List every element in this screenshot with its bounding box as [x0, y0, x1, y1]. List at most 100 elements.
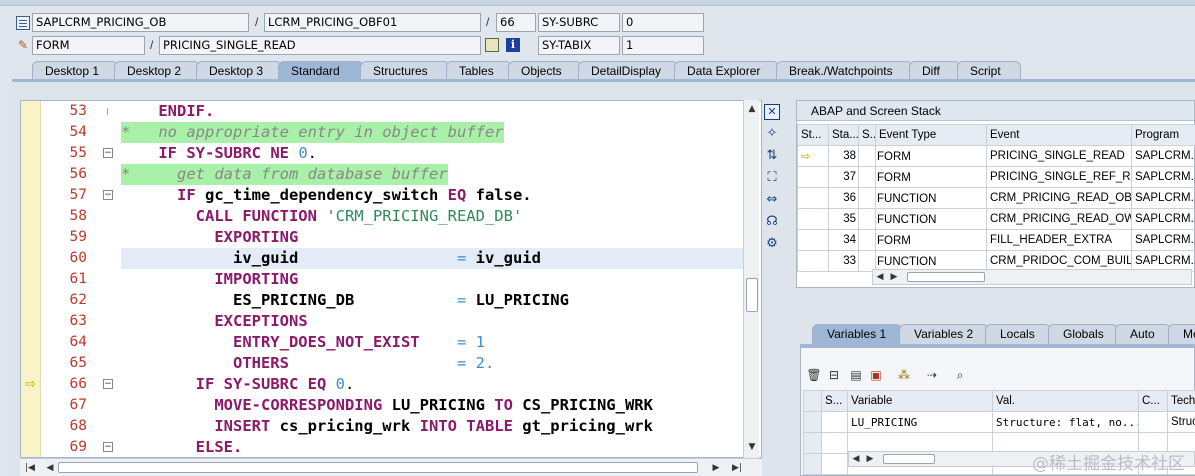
status-cell[interactable]	[797, 166, 829, 188]
stack-row[interactable]: 37 FORM PRICING_SINGLE_REF_R... SAPLCRM...	[797, 166, 1195, 188]
code-horizontal-scrollbar[interactable]: |◀ ◀ ▶ ▶|	[20, 458, 762, 476]
event-type-cell[interactable]: FUNCTION	[875, 187, 987, 209]
s-cell[interactable]	[821, 411, 848, 433]
fold-toggle-icon[interactable]: −	[103, 442, 113, 452]
code-line[interactable]: ⇨ 66 − IF SY-SUBRC EQ 0.	[21, 374, 746, 395]
tab-variables-1[interactable]: Variables 1	[812, 324, 902, 344]
code-line[interactable]: 62 ES_PRICING_DB = LU_PRICING	[21, 290, 746, 311]
stack-level-cell[interactable]: 36	[828, 187, 859, 209]
event-cell[interactable]: CRM_PRICING_READ_OW	[986, 208, 1132, 230]
code-line[interactable]: 55 − IF SY-SUBRC NE 0.	[21, 143, 746, 164]
program-cell[interactable]: SAPLCRM...	[1131, 208, 1195, 230]
tab-desktop-2[interactable]: Desktop 2	[114, 61, 200, 80]
stack-level-cell[interactable]: 38	[828, 145, 859, 167]
code-vertical-scrollbar[interactable]: ▲ ▼	[743, 100, 759, 458]
line-number-field[interactable]: 66	[496, 13, 536, 32]
sysvar-value-field-2[interactable]: 1	[622, 36, 704, 55]
code-line[interactable]: 59 EXPORTING	[21, 227, 746, 248]
code-line[interactable]: 69 − ELSE.	[21, 437, 746, 457]
row-select-cell[interactable]	[803, 411, 822, 433]
variables-h-thumb[interactable]	[883, 454, 935, 464]
maximize-icon[interactable]: ⛶	[764, 170, 780, 186]
stack-h-thumb[interactable]	[907, 272, 985, 282]
col-event[interactable]: Event	[986, 124, 1132, 146]
code-line[interactable]: 61 IMPORTING	[21, 269, 746, 290]
tab-structures[interactable]: Structures	[360, 61, 450, 80]
event-cell[interactable]: PRICING_SINGLE_READ	[986, 145, 1132, 167]
fold-toggle-icon[interactable]: −	[103, 379, 113, 389]
s-cell[interactable]	[858, 229, 876, 251]
status-cell[interactable]	[797, 187, 829, 209]
col-status[interactable]: St...	[797, 124, 829, 146]
code-line[interactable]: 67 MOVE-CORRESPONDING LU_PRICING TO CS_P…	[21, 395, 746, 416]
stack-row[interactable]: 35 FUNCTION CRM_PRICING_READ_OW SAPLCRM...	[797, 208, 1195, 230]
col-value[interactable]: Val.	[992, 390, 1139, 412]
code-line[interactable]: 65 OTHERS = 2.	[21, 353, 746, 374]
tab-data-explorer[interactable]: Data Explorer	[674, 61, 779, 80]
tab-globals[interactable]: Globals	[1048, 324, 1118, 344]
delete-icon[interactable]: 🗑	[806, 367, 822, 383]
display-source-icon[interactable]	[485, 38, 499, 52]
code-line[interactable]: 53 ENDIF.	[21, 101, 746, 122]
code-line[interactable]: 60 iv_guid = iv_guid	[21, 248, 746, 269]
code-line[interactable]: 58 CALL FUNCTION 'CRM_PRICING_READ_DB'	[21, 206, 746, 227]
empty-cell[interactable]	[821, 432, 848, 454]
col-event-type[interactable]: Event Type	[875, 124, 987, 146]
scroll-down-icon[interactable]: ▼	[746, 440, 758, 454]
tab-auto[interactable]: Auto	[1115, 324, 1171, 344]
swap-tool-icon[interactable]: ⇅	[764, 148, 780, 164]
include-field[interactable]: LCRM_PRICING_OBF01	[264, 13, 481, 32]
tab-breakpoints[interactable]: Break./Watchpoints	[776, 61, 913, 80]
stack-level-cell[interactable]: 33	[828, 250, 859, 272]
new-tool-icon[interactable]: ✧	[764, 126, 780, 142]
scroll-first-icon[interactable]: |◀	[24, 461, 36, 475]
col-tech-type[interactable]: Tech	[1167, 390, 1195, 412]
event-cell[interactable]: PRICING_SINGLE_REF_R...	[986, 166, 1132, 188]
col-program[interactable]: Program	[1131, 124, 1195, 146]
find-icon[interactable]: ⌕	[952, 367, 968, 383]
tab-me[interactable]: Me	[1168, 324, 1195, 344]
code-line[interactable]: 64 ENTRY_DOES_NOT_EXIST = 1	[21, 332, 746, 353]
program-cell[interactable]: SAPLCRM...	[1131, 166, 1195, 188]
settings-icon[interactable]: ⚙	[764, 236, 780, 252]
col-variable[interactable]: Variable	[847, 390, 993, 412]
tab-locals[interactable]: Locals	[985, 324, 1051, 344]
code-line[interactable]: 54 * no appropriate entry in object buffe…	[21, 122, 746, 143]
empty-cell[interactable]	[803, 432, 822, 454]
stack-row[interactable]: 36 FUNCTION CRM_PRICING_READ_OB SAPLCRM...	[797, 187, 1195, 209]
fold-toggle-icon[interactable]: −	[103, 148, 113, 158]
stack-level-cell[interactable]: 37	[828, 166, 859, 188]
program-cell[interactable]: SAPLCRM...	[1131, 229, 1195, 251]
empty-cell[interactable]	[821, 453, 848, 475]
event-type-cell[interactable]: FORM	[875, 166, 987, 188]
value-cell[interactable]: Structure: flat, no...	[992, 411, 1139, 433]
scroll-right-icon[interactable]: ▶	[865, 452, 875, 466]
stack-row[interactable]: 34 FORM FILL_HEADER_EXTRA SAPLCRM...	[797, 229, 1195, 251]
service-icon[interactable]: ☊	[764, 214, 780, 230]
scroll-thumb[interactable]	[746, 278, 758, 312]
code-line[interactable]: 57 − IF gc_time_dependency_switch EQ fals…	[21, 185, 746, 206]
variable-cell[interactable]: LU_PRICING	[847, 411, 993, 433]
status-cell[interactable]	[797, 250, 829, 272]
tab-variables-2[interactable]: Variables 2	[899, 324, 989, 344]
fold-toggle-icon[interactable]: −	[103, 190, 113, 200]
stack-row[interactable]: ⇨ 38 FORM PRICING_SINGLE_READ SAPLCRM...	[797, 145, 1195, 167]
change-cell[interactable]	[1138, 411, 1168, 433]
event-type-cell[interactable]: FORM	[875, 145, 987, 167]
program-cell[interactable]: SAPLCRM...	[1131, 145, 1195, 167]
scroll-left-icon[interactable]: ◀	[44, 461, 56, 475]
status-cell[interactable]	[797, 229, 829, 251]
sysvar-name-field[interactable]: SY-SUBRC	[538, 13, 620, 32]
resize-icon[interactable]: ⇔	[764, 192, 780, 208]
scroll-last-icon[interactable]: ▶|	[730, 461, 744, 475]
s-cell[interactable]	[858, 208, 876, 230]
tab-detail-display[interactable]: DetailDisplay	[578, 61, 678, 80]
h-scroll-thumb[interactable]	[58, 462, 698, 473]
tab-diff[interactable]: Diff	[909, 61, 961, 80]
event-type-cell[interactable]: FORM	[875, 229, 987, 251]
tab-objects[interactable]: Objects	[508, 61, 582, 80]
close-icon[interactable]: ✕	[764, 104, 780, 120]
program-cell[interactable]: SAPLCRM...	[1131, 187, 1195, 209]
tech-type-cell[interactable]: Struc	[1167, 411, 1195, 433]
empty-cell[interactable]	[803, 453, 822, 475]
